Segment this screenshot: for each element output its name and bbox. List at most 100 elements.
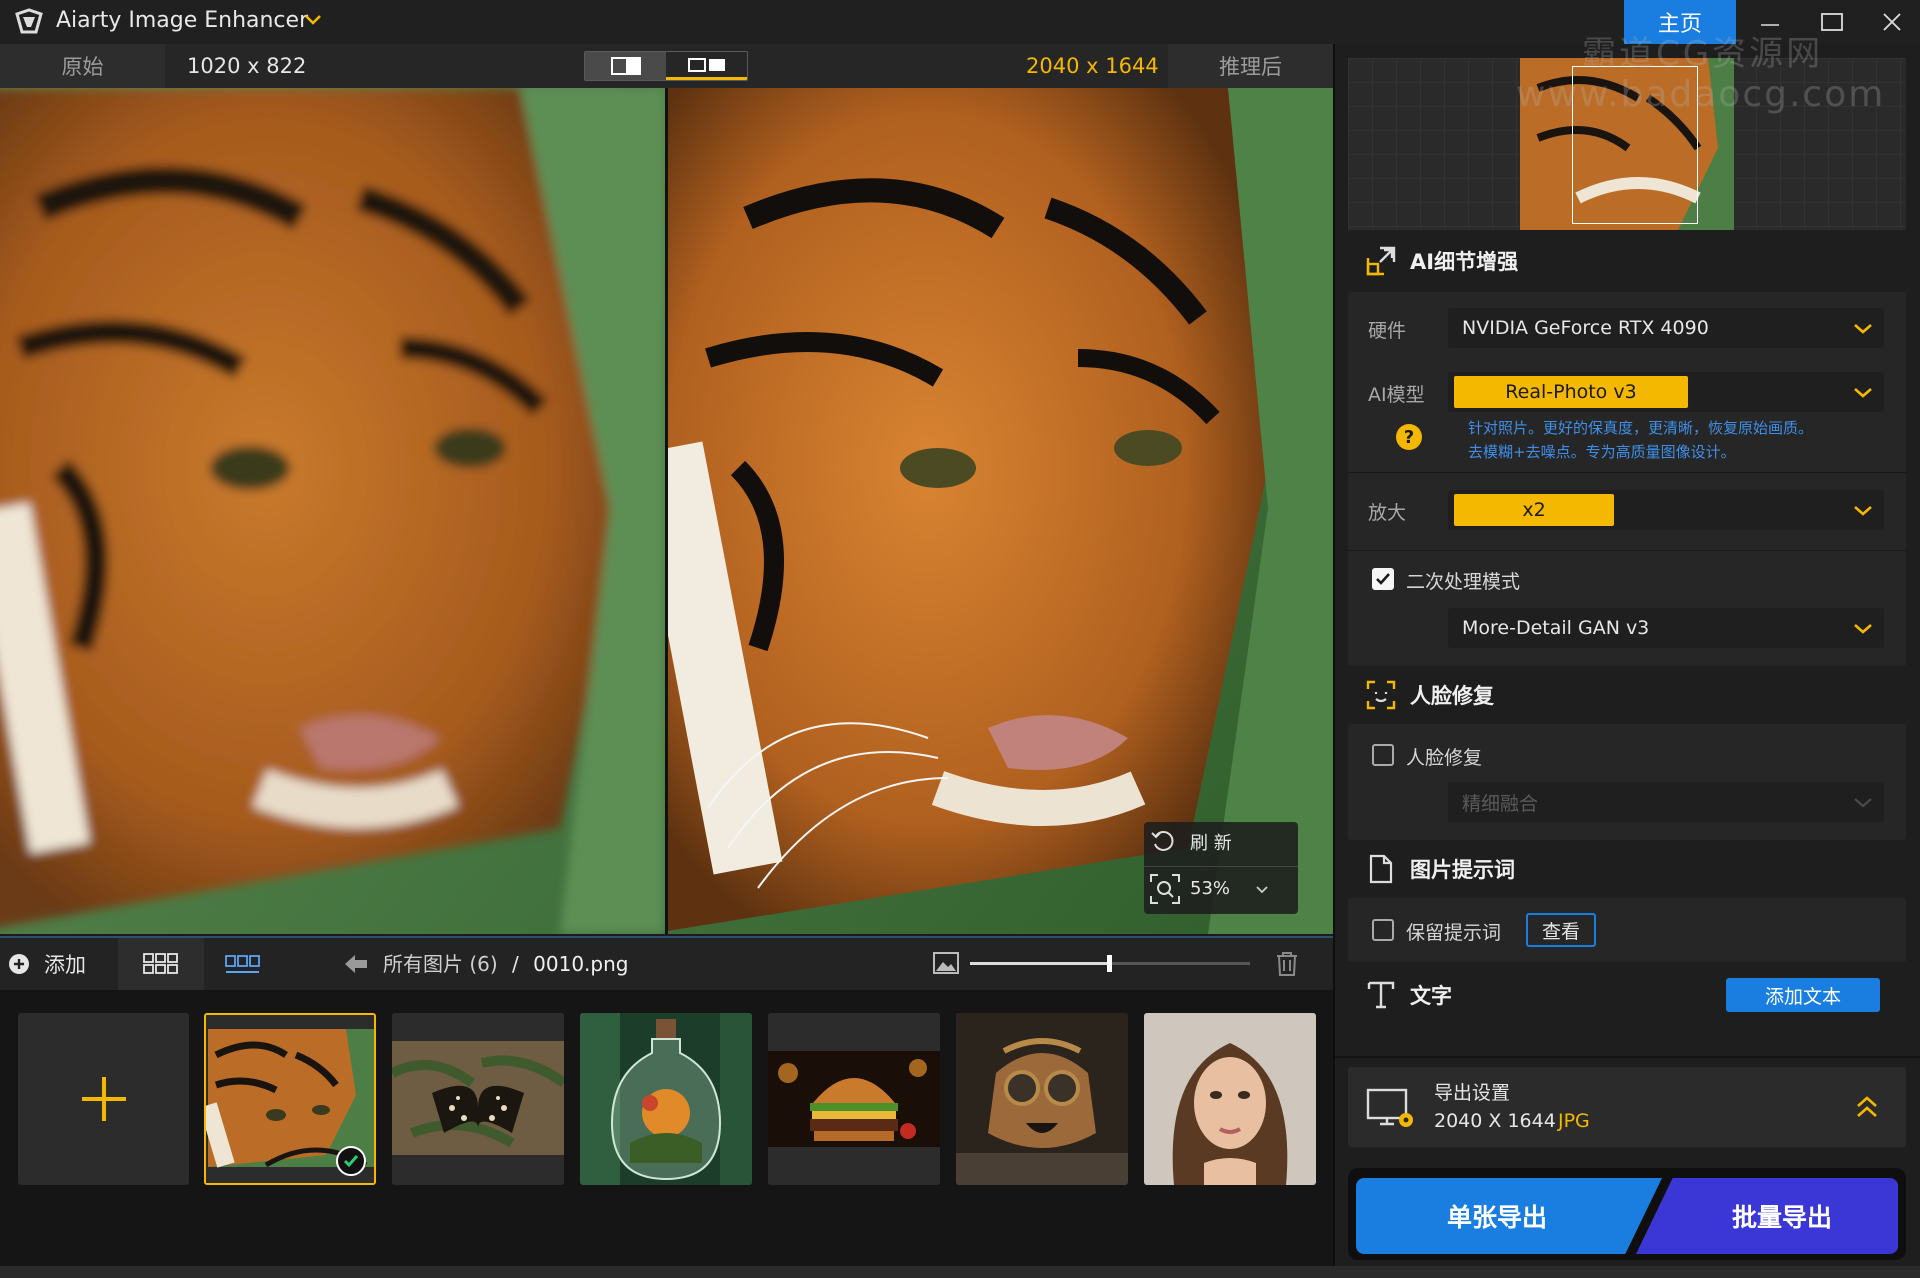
divider bbox=[1335, 1056, 1920, 1058]
ai-model-desc-line1: 针对照片。更好的保真度，更清晰，恢复原始画质。 bbox=[1468, 419, 1814, 437]
enhanced-image bbox=[668, 88, 1333, 934]
thumbnail-bottle-terrarium[interactable] bbox=[580, 1013, 752, 1185]
ai-detail-header: AI细节增强 bbox=[1366, 238, 1886, 284]
thumbnail-size-slider-thumb[interactable] bbox=[1107, 955, 1112, 972]
chevron-down-icon bbox=[1854, 798, 1872, 808]
ai-model-dropdown[interactable]: Real-Photo v3 bbox=[1448, 372, 1884, 412]
ai-model-description: 针对照片。更好的保真度，更清晰，恢复原始画质。 去模糊+去噪点。专为高质量图像设… bbox=[1468, 416, 1813, 464]
face-repair-label[interactable]: 人脸修复 bbox=[1406, 743, 1482, 770]
image-preview[interactable] bbox=[0, 88, 1333, 934]
second-pass-checkbox[interactable] bbox=[1372, 568, 1394, 590]
divider bbox=[1348, 550, 1906, 551]
view-prompt-button[interactable]: 查看 bbox=[1526, 913, 1596, 947]
ai-model-desc-line2: 去模糊+去噪点。专为高质量图像设计。 bbox=[1468, 443, 1736, 461]
upscale-icon bbox=[1366, 246, 1396, 276]
upscale-dropdown[interactable]: x2 bbox=[1448, 490, 1884, 530]
strip-view-button[interactable] bbox=[206, 938, 280, 990]
portrait-thumbnail-image bbox=[1144, 1013, 1316, 1185]
export-size: 2040 X 1644 bbox=[1434, 1110, 1556, 1132]
side-by-side-icon bbox=[687, 57, 725, 72]
check-icon bbox=[1376, 573, 1390, 585]
dog-thumbnail-image bbox=[956, 1013, 1128, 1185]
text-tool-icon bbox=[1367, 981, 1395, 1009]
zoom-control[interactable]: 53% bbox=[1144, 866, 1298, 910]
side-by-side-view-button[interactable] bbox=[666, 52, 747, 80]
export-settings-panel[interactable] bbox=[1348, 1067, 1906, 1147]
thumbnail-steampunk-dog[interactable] bbox=[956, 1013, 1128, 1185]
add-text-button[interactable]: 添加文本 bbox=[1726, 978, 1880, 1012]
ai-model-label: AI模型 bbox=[1368, 384, 1425, 406]
refresh-label: 刷 新 bbox=[1190, 833, 1232, 854]
ai-model-value: Real-Photo v3 bbox=[1454, 376, 1688, 408]
add-image-button[interactable]: 添加 bbox=[0, 938, 116, 990]
strip-view-icon bbox=[225, 955, 260, 973]
terrarium-thumbnail-image bbox=[580, 1013, 752, 1185]
grid-view-button[interactable] bbox=[118, 938, 204, 990]
close-button[interactable] bbox=[1872, 6, 1912, 38]
original-image bbox=[0, 88, 665, 934]
breadcrumb-separator: / bbox=[512, 952, 519, 976]
keep-prompt-checkbox[interactable] bbox=[1372, 919, 1394, 941]
refresh-button[interactable]: 刷 新 bbox=[1144, 822, 1298, 862]
app-logo-icon bbox=[14, 8, 44, 36]
trash-icon[interactable] bbox=[1274, 950, 1300, 978]
text-title: 文字 bbox=[1410, 984, 1452, 1008]
text-header: 文字 bbox=[1366, 972, 1566, 1018]
keep-prompt-label[interactable]: 保留提示词 bbox=[1406, 918, 1501, 945]
result-label: 推理后 bbox=[1168, 44, 1333, 88]
batch-export-button[interactable]: 批量导出 bbox=[1636, 1178, 1898, 1254]
zoom-icon bbox=[1150, 873, 1180, 904]
ai-detail-title: AI细节增强 bbox=[1410, 250, 1519, 274]
view-mode-toggle bbox=[584, 51, 748, 81]
thumbnail-butterfly[interactable] bbox=[392, 1013, 564, 1185]
second-pass-model-dropdown[interactable]: More-Detail GAN v3 bbox=[1448, 608, 1884, 648]
hardware-label: 硬件 bbox=[1368, 320, 1407, 342]
second-pass-label[interactable]: 二次处理模式 bbox=[1406, 567, 1520, 594]
chevron-down-icon bbox=[1854, 324, 1872, 334]
add-image-tile[interactable] bbox=[18, 1013, 189, 1185]
original-size: 1020 x 822 bbox=[187, 54, 307, 78]
help-icon[interactable]: ? bbox=[1396, 424, 1422, 450]
back-arrow-icon[interactable] bbox=[342, 950, 370, 978]
original-label: 原始 bbox=[0, 44, 165, 88]
plus-icon bbox=[81, 1077, 126, 1121]
single-export-button[interactable]: 单张导出 bbox=[1356, 1178, 1662, 1254]
chevron-down-icon[interactable] bbox=[1254, 881, 1270, 897]
face-repair-checkbox[interactable] bbox=[1372, 744, 1394, 766]
result-size: 2040 x 1644 bbox=[1026, 54, 1159, 78]
watermark-url: www.badaocg.com bbox=[1516, 74, 1886, 115]
thumbnail-burger[interactable] bbox=[768, 1013, 940, 1185]
thumbnail-portrait-woman[interactable] bbox=[1144, 1013, 1316, 1185]
refresh-icon bbox=[1151, 831, 1174, 851]
upscale-value: x2 bbox=[1454, 494, 1614, 526]
hardware-dropdown[interactable]: NVIDIA GeForce RTX 4090 bbox=[1448, 308, 1884, 348]
face-scan-icon bbox=[1366, 680, 1396, 710]
chevron-double-up-icon[interactable] bbox=[1854, 1094, 1880, 1120]
second-pass-model-value: More-Detail GAN v3 bbox=[1462, 617, 1650, 639]
thumbnail-size-slider-fill bbox=[970, 962, 1110, 965]
breadcrumb-folder[interactable]: 所有图片 (6) bbox=[383, 952, 498, 976]
watermark-text: 霸道CG资源网 bbox=[1582, 34, 1824, 74]
export-format: JPG bbox=[1558, 1110, 1590, 1132]
image-prompt-title: 图片提示词 bbox=[1410, 858, 1515, 882]
add-circle-icon bbox=[9, 954, 29, 974]
chevron-down-icon[interactable] bbox=[302, 8, 324, 30]
document-icon bbox=[1369, 854, 1393, 884]
butterfly-thumbnail-image bbox=[392, 1013, 564, 1185]
breadcrumb: 所有图片 (6) / 0010.png bbox=[383, 938, 628, 990]
divider bbox=[1348, 472, 1906, 473]
maximize-icon bbox=[1821, 13, 1843, 31]
selected-check-icon bbox=[336, 1146, 366, 1176]
breadcrumb-file: 0010.png bbox=[533, 952, 629, 976]
hardware-value: NVIDIA GeForce RTX 4090 bbox=[1462, 317, 1709, 339]
thumbnail-size-icon bbox=[932, 950, 960, 976]
export-settings-title: 导出设置 bbox=[1434, 1082, 1511, 1104]
grid-view-icon bbox=[143, 953, 178, 974]
export-settings-icon bbox=[1366, 1088, 1416, 1132]
burger-thumbnail-image bbox=[768, 1013, 940, 1185]
chevron-down-icon bbox=[1854, 624, 1872, 634]
upscale-label: 放大 bbox=[1368, 502, 1407, 524]
app-title: Aiarty Image Enhancer bbox=[56, 8, 309, 33]
face-repair-mode-value: 精细融合 bbox=[1462, 792, 1539, 815]
single-view-button[interactable] bbox=[585, 52, 666, 80]
